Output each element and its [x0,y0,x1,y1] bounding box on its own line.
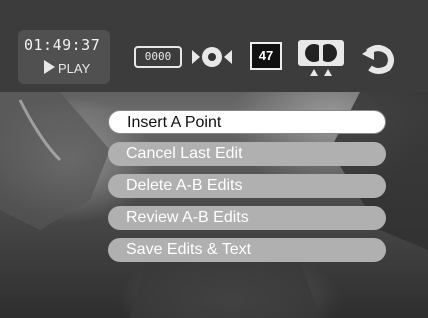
menu-item-label: Delete A-B Edits [126,177,243,194]
menu-item-label: Review A-B Edits [126,209,249,226]
play-icon [44,60,55,74]
chapter-number-icon[interactable]: 47 [250,42,282,70]
edit-menu: Insert A Point Cancel Last Edit Delete A… [108,110,386,270]
elapsed-time: 01:49:37 [24,36,101,54]
menu-item-review-a-b-edits[interactable]: Review A-B Edits [108,206,386,230]
play-label: PLAY [58,61,91,76]
menu-item-label: Insert A Point [127,114,222,131]
play-status: PLAY [44,60,90,76]
menu-item-delete-a-b-edits[interactable]: Delete A-B Edits [108,174,386,198]
menu-item-label: Cancel Last Edit [126,145,243,162]
back-icon[interactable] [360,40,396,76]
menu-item-save-edits-text[interactable]: Save Edits & Text [108,238,386,262]
menu-item-insert-a-point[interactable]: Insert A Point [108,110,386,134]
video-screen: 01:49:37 PLAY 0000 47 Insert A Point Can… [0,0,428,318]
audio-icon[interactable] [296,38,346,78]
menu-item-cancel-last-edit[interactable]: Cancel Last Edit [108,142,386,166]
menu-item-label: Save Edits & Text [126,241,252,258]
counter-icon[interactable]: 0000 [134,46,182,68]
a-b-marker-icon[interactable] [190,42,234,72]
